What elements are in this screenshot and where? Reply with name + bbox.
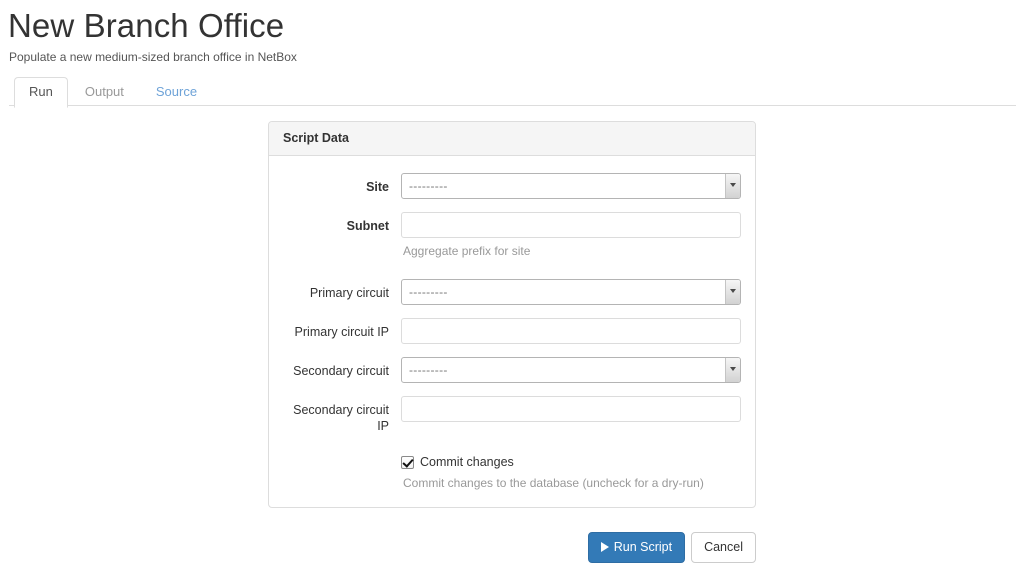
tab-source[interactable]: Source	[141, 77, 212, 108]
tab-run[interactable]: Run	[14, 77, 68, 108]
commit-changes-checkbox[interactable]	[401, 455, 414, 469]
label-secondary-circuit-ip: Secondary circuit IP	[293, 403, 389, 433]
commit-changes-label[interactable]: Commit changes	[420, 454, 514, 470]
primary-circuit-ip-input[interactable]	[401, 318, 741, 344]
cancel-label: Cancel	[704, 540, 743, 554]
primary-circuit-select[interactable]: ---------	[401, 279, 741, 305]
help-commit-changes: Commit changes to the database (uncheck …	[403, 476, 704, 490]
field-row-primary-circuit: Primary circuit ---------	[283, 279, 741, 305]
site-select[interactable]: ---------	[401, 173, 741, 199]
label-site: Site	[366, 180, 389, 194]
secondary-circuit-select-value: ---------	[409, 363, 448, 377]
secondary-circuit-select[interactable]: ---------	[401, 357, 741, 383]
tab-output[interactable]: Output	[70, 77, 139, 108]
label-primary-circuit-ip: Primary circuit IP	[294, 325, 389, 339]
script-data-panel: Script Data Site --------- Subnet Aggreg…	[268, 121, 756, 508]
cancel-button[interactable]: Cancel	[691, 532, 756, 563]
chevron-down-icon	[725, 280, 740, 304]
page-subtitle: Populate a new medium-sized branch offic…	[9, 50, 297, 64]
field-row-subnet: Subnet Aggregate prefix for site	[283, 212, 741, 259]
field-row-primary-circuit-ip: Primary circuit IP	[283, 318, 741, 344]
label-secondary-circuit: Secondary circuit	[293, 364, 389, 378]
field-row-commit-changes: Commit changes Commit changes to the dat…	[283, 454, 741, 491]
secondary-circuit-ip-input[interactable]	[401, 396, 741, 422]
play-icon	[600, 542, 609, 552]
panel-body: Site --------- Subnet Aggregate prefix f…	[269, 156, 755, 507]
action-button-bar: Run Script Cancel	[268, 532, 756, 563]
field-row-secondary-circuit: Secondary circuit ---------	[283, 357, 741, 383]
field-row-site: Site ---------	[283, 173, 741, 199]
run-script-label: Run Script	[613, 540, 673, 554]
label-primary-circuit: Primary circuit	[309, 286, 389, 300]
run-script-button[interactable]: Run Script	[587, 532, 686, 563]
site-select-value: ---------	[409, 179, 448, 193]
chevron-down-icon	[725, 358, 740, 382]
help-subnet: Aggregate prefix for site	[403, 244, 531, 258]
tab-bar: Run Output Source	[9, 76, 1016, 108]
label-subnet: Subnet	[346, 219, 389, 233]
script-run-page: New Branch Office Populate a new medium-…	[0, 0, 1024, 576]
panel-heading: Script Data	[269, 122, 755, 156]
page-title: New Branch Office	[8, 7, 285, 44]
panel-title: Script Data	[283, 131, 349, 145]
primary-circuit-select-value: ---------	[409, 285, 448, 299]
field-row-secondary-circuit-ip: Secondary circuit IP	[283, 396, 741, 434]
subnet-input[interactable]	[401, 212, 741, 238]
chevron-down-icon	[725, 174, 740, 198]
